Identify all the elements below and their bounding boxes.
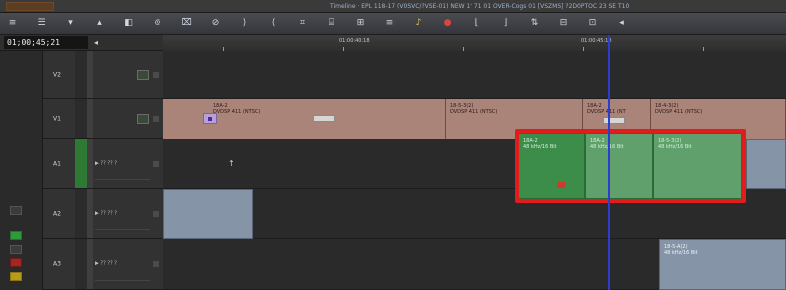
list-icon[interactable]: ☰ <box>35 17 48 30</box>
lane-v2[interactable] <box>163 51 786 99</box>
mark-in-icon[interactable]: ⟩ <box>238 17 251 30</box>
timeline-toolbar: ≡ ☰ ▾ ▴ ◧ ⟃ ⌧ ⊘ ⟩ ⟨ ⌗ ⌸ ⊞ ≡ ♪ ● ⌊ ⌋ ⇅ ⊟ ⊡ ◂ <box>0 13 786 35</box>
timecode-menu-icon[interactable]: ◂ <box>90 36 102 49</box>
audio-clip[interactable] <box>746 139 786 189</box>
track-monitor-icon[interactable] <box>137 113 149 124</box>
track-monitor-icon[interactable] <box>137 69 149 80</box>
track-lock-icon[interactable] <box>153 210 159 217</box>
track-patch[interactable] <box>87 139 93 188</box>
clip-badge <box>313 115 335 122</box>
up-icon[interactable]: ▴ <box>93 17 106 30</box>
track-select[interactable] <box>75 239 87 289</box>
track-lock-icon[interactable] <box>153 115 159 122</box>
overlay-icon[interactable]: ≡ <box>383 17 396 30</box>
track-select[interactable] <box>75 99 87 138</box>
menu-icon[interactable]: ≡ <box>6 17 19 30</box>
playhead[interactable] <box>608 51 610 290</box>
no-entry-icon[interactable]: ⊘ <box>209 17 222 30</box>
record-icon[interactable]: ● <box>441 17 454 30</box>
monitor-button[interactable] <box>10 206 22 215</box>
clip-format: DVDSP 411 (NT <box>587 109 626 115</box>
title-bar: Timeline · EPL 118-17 (V0SVC/?VSE-01) NE… <box>0 0 786 13</box>
audio-icon[interactable]: ♪ <box>412 17 425 30</box>
track-name: A1 <box>53 160 61 167</box>
track-lock-icon[interactable] <box>153 71 159 78</box>
overwrite-icon[interactable]: ⌧ <box>180 17 193 30</box>
track-mini-row <box>95 179 150 184</box>
track-patch[interactable] <box>87 51 93 98</box>
timeline-ruler[interactable]: 01:00:40:18 01:00:45:18 <box>163 35 786 51</box>
track-mini-row <box>95 280 150 285</box>
window-tab[interactable] <box>6 2 54 11</box>
stack-icon[interactable]: ⊡ <box>586 17 599 30</box>
track-name: V1 <box>53 115 61 122</box>
track-controls[interactable]: ▶ ?? ?? ? <box>95 209 140 218</box>
clip-format: DVDSP 411 (NTSC) <box>450 109 498 115</box>
track-name: A2 <box>53 210 61 217</box>
clip-format: 48 kHz/16 Bit <box>664 250 698 256</box>
timeline-area[interactable]: 18A-2 DVDSP 411 (NTSC) 18-5-3(2) DVDSP 4… <box>163 51 786 290</box>
mouse-cursor-icon: ↑ <box>228 159 235 168</box>
ruler-label: 01:00:40:18 <box>339 38 370 44</box>
track-header-a1[interactable]: A1 ▶ ?? ?? ? <box>43 139 163 189</box>
extract-icon[interactable]: ⌸ <box>325 17 338 30</box>
more-icon[interactable]: ◂ <box>615 17 628 30</box>
audio-clip[interactable] <box>163 189 253 239</box>
track-controls[interactable]: ▶ ?? ?? ? <box>95 260 140 269</box>
selection-highlight <box>515 129 746 203</box>
trim-out-icon[interactable]: ⌋ <box>499 17 512 30</box>
speaker-button[interactable] <box>10 245 22 254</box>
track-audio-label: ▶ ?? ?? ? <box>95 160 117 166</box>
effect-marker-icon[interactable] <box>203 113 217 124</box>
track-select[interactable] <box>75 51 87 98</box>
split-icon[interactable]: ⟃ <box>151 17 164 30</box>
track-header-a2[interactable]: A2 ▶ ?? ?? ? <box>43 189 163 239</box>
mark-out-icon[interactable]: ⟨ <box>267 17 280 30</box>
timecode-display[interactable]: 01;00;45;21 <box>4 36 88 49</box>
clip-format: DVDSP 411 (NTSC) <box>213 109 261 115</box>
track-lock-icon[interactable] <box>153 160 159 167</box>
track-header-v2[interactable]: V2 <box>43 51 163 99</box>
dropdown-icon[interactable]: ▾ <box>64 17 77 30</box>
track-select[interactable] <box>75 139 87 188</box>
track-name: V2 <box>53 71 61 78</box>
track-mini-row <box>95 229 150 234</box>
track-select[interactable] <box>75 189 87 238</box>
track-audio-label: ▶ ?? ?? ? <box>95 210 117 216</box>
ruler-playhead[interactable] <box>608 35 610 51</box>
track-lock-icon[interactable] <box>153 261 159 267</box>
ruler-label: 01:00:45:18 <box>581 38 612 44</box>
track-audio-label: ▶ ?? ?? ? <box>95 260 117 267</box>
track-patch[interactable] <box>87 99 93 138</box>
record-button[interactable] <box>10 258 22 267</box>
timecode-row: 01;00;45;21 ◂ 01:00:40:18 01:00:45:18 <box>0 35 786 51</box>
grid-icon[interactable]: ⊟ <box>557 17 570 30</box>
clip-format: DVDSP 411 (NTSC) <box>655 109 703 115</box>
trim-in-icon[interactable]: ⌊ <box>470 17 483 30</box>
video-clip[interactable]: 18A-2 DVDSP 411 (NTSC) <box>163 99 446 139</box>
left-control-panel <box>0 51 43 290</box>
window-title: Timeline · EPL 118-17 (V0SVC/?VSE-01) NE… <box>330 3 630 10</box>
track-header-a3[interactable]: A3 ▶ ?? ?? ? <box>43 239 163 290</box>
clip-badge <box>603 117 625 124</box>
lift-icon[interactable]: ⌗ <box>296 17 309 30</box>
track-patch[interactable] <box>87 189 93 238</box>
splice-icon[interactable]: ⊞ <box>354 17 367 30</box>
track-controls[interactable]: ▶ ?? ?? ? <box>95 159 140 168</box>
track-header-v1[interactable]: V1 <box>43 99 163 139</box>
track-patch[interactable] <box>87 239 93 289</box>
solo-button[interactable] <box>10 231 22 240</box>
sync-icon[interactable]: ⇅ <box>528 17 541 30</box>
segment-icon[interactable]: ◧ <box>122 17 135 30</box>
audio-clip[interactable]: 18-5-A(2) 48 kHz/16 Bit <box>659 239 786 290</box>
track-name: A3 <box>53 260 61 268</box>
mute-button[interactable] <box>10 272 22 281</box>
